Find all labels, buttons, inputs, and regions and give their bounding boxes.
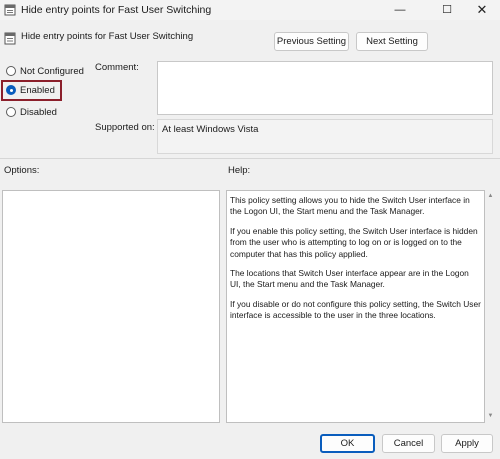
radio-label: Not Configured <box>20 65 84 77</box>
radio-disabled[interactable]: Disabled <box>6 105 57 119</box>
title-bar: Hide entry points for Fast User Switchin… <box>0 0 500 20</box>
help-paragraph: If you disable or do not configure this … <box>230 298 481 321</box>
help-scrollbar[interactable]: ▲ ▼ <box>485 190 496 423</box>
policy-icon <box>4 32 16 45</box>
options-panel <box>2 190 220 423</box>
policy-title: Hide entry points for Fast User Switchin… <box>21 31 194 42</box>
radio-label: Disabled <box>20 106 57 118</box>
help-paragraph: If you enable this policy setting, the S… <box>230 225 478 259</box>
policy-icon <box>4 4 16 16</box>
ok-button[interactable]: OK <box>320 434 375 453</box>
window-title: Hide entry points for Fast User Switchin… <box>21 4 212 16</box>
scroll-down-icon[interactable]: ▼ <box>486 412 495 421</box>
previous-setting-button[interactable]: Previous Setting <box>274 32 349 51</box>
maximize-icon[interactable]: ☐ <box>429 0 465 20</box>
help-panel: This policy setting allows you to hide t… <box>226 190 485 423</box>
comment-label: Comment: <box>95 62 139 73</box>
minimize-icon[interactable]: — <box>382 0 418 20</box>
cancel-button[interactable]: Cancel <box>382 434 435 453</box>
close-icon[interactable]: ✕ <box>464 0 500 20</box>
radio-not-configured[interactable]: Not Configured <box>6 64 84 78</box>
radio-button[interactable] <box>6 66 16 76</box>
next-setting-button[interactable]: Next Setting <box>356 32 428 51</box>
help-paragraph: The locations that Switch User interface… <box>230 268 469 290</box>
apply-button[interactable]: Apply <box>441 434 493 453</box>
supported-on-label: Supported on: <box>95 122 155 133</box>
supported-on-value: At least Windows Vista <box>157 119 493 154</box>
radio-button[interactable] <box>6 107 16 117</box>
options-label: Options: <box>4 165 40 176</box>
divider <box>0 158 500 159</box>
help-label: Help: <box>228 165 251 176</box>
help-paragraph: This policy setting allows you to hide t… <box>230 195 470 217</box>
scroll-up-icon[interactable]: ▲ <box>486 192 495 201</box>
enabled-highlight-box <box>1 80 62 101</box>
comment-input[interactable] <box>157 61 493 115</box>
